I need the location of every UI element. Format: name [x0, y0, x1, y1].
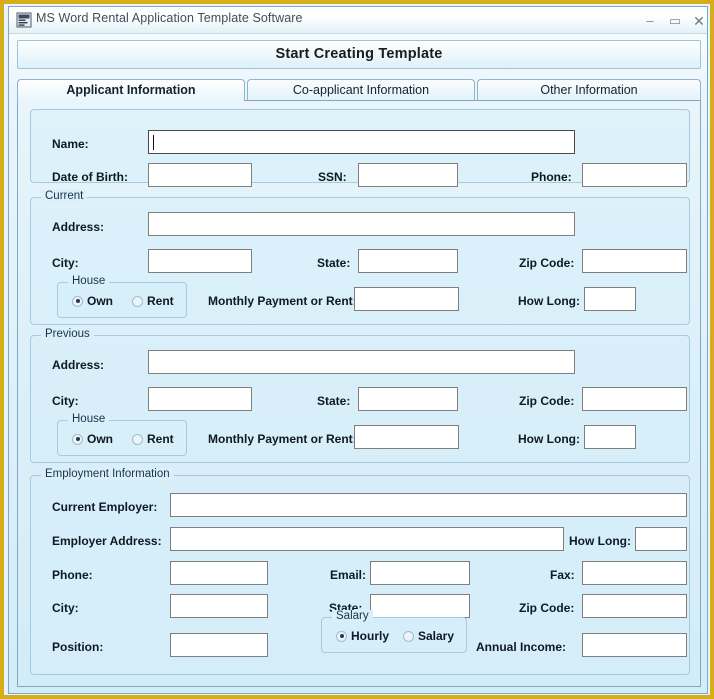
previous-city-input[interactable]	[148, 387, 252, 411]
salary-hourly-radio[interactable]: Hourly	[336, 628, 389, 644]
ssn-input[interactable]	[358, 163, 458, 187]
employment-fax-label: Fax:	[550, 568, 575, 582]
text-caret	[153, 135, 154, 150]
employment-phone-input[interactable]	[170, 561, 268, 585]
current-city-label: City:	[52, 256, 79, 270]
tab-applicant-information[interactable]: Applicant Information	[17, 79, 245, 101]
previous-how-long-label: How Long:	[518, 432, 580, 446]
name-input[interactable]	[148, 130, 575, 154]
employer-how-long-input[interactable]	[635, 527, 687, 551]
salary-salary-radio[interactable]: Salary	[403, 628, 454, 644]
employer-address-input[interactable]	[170, 527, 564, 551]
employment-fax-input[interactable]	[582, 561, 687, 585]
employment-phone-label: Phone:	[52, 568, 93, 582]
radio-selected-icon	[72, 295, 83, 307]
tab-strip: Applicant Information Co-applicant Infor…	[17, 79, 701, 101]
previous-house-group-title: House	[68, 413, 110, 425]
current-monthly-payment-input[interactable]	[354, 287, 459, 311]
applicant-information-panel: Name: Date of Birth: SSN: Phone: Current…	[17, 100, 701, 687]
current-house-rent-radio[interactable]: Rent	[132, 293, 174, 309]
current-address-input[interactable]	[148, 212, 575, 236]
current-city-input[interactable]	[148, 249, 252, 273]
annual-income-input[interactable]	[582, 633, 687, 657]
salary-group-title: Salary	[332, 610, 373, 622]
app-icon	[16, 12, 32, 28]
previous-house-group: House Own Rent	[57, 413, 187, 456]
personal-information-group: Name: Date of Birth: SSN: Phone:	[30, 109, 690, 187]
current-address-group: Current Address: City: State: Zip Code: …	[30, 190, 690, 325]
previous-zip-input[interactable]	[582, 387, 687, 411]
minimize-icon[interactable]: –	[641, 13, 659, 29]
employer-how-long-label: How Long:	[569, 534, 631, 548]
previous-zip-label: Zip Code:	[519, 394, 575, 408]
salary-hourly-label: Hourly	[351, 629, 390, 643]
employment-zip-input[interactable]	[582, 594, 687, 618]
current-zip-label: Zip Code:	[519, 256, 575, 270]
current-address-label: Address:	[52, 220, 105, 234]
previous-monthly-payment-input[interactable]	[354, 425, 459, 449]
maximize-icon[interactable]: ▭	[666, 13, 684, 29]
current-group-title: Current	[41, 190, 88, 202]
annual-income-label: Annual Income:	[476, 640, 567, 654]
phone-input[interactable]	[582, 163, 687, 187]
current-zip-input[interactable]	[582, 249, 687, 273]
tab-coapplicant-information[interactable]: Co-applicant Information	[247, 79, 475, 101]
ssn-label: SSN:	[318, 170, 347, 184]
date-of-birth-input[interactable]	[148, 163, 252, 187]
previous-address-input[interactable]	[148, 350, 575, 374]
current-monthly-payment-label: Monthly Payment or Rent:	[208, 294, 357, 308]
current-house-own-label: Own	[87, 294, 113, 308]
previous-state-label: State:	[317, 394, 351, 408]
current-house-rent-label: Rent	[147, 294, 174, 308]
close-icon[interactable]: ✕	[690, 13, 708, 29]
application-window: MS Word Rental Application Template Soft…	[0, 0, 714, 699]
current-state-label: State:	[317, 256, 351, 270]
current-house-own-radio[interactable]: Own	[72, 293, 113, 309]
current-house-group: House Own Rent	[57, 275, 187, 318]
employer-address-label: Employer Address:	[52, 534, 162, 548]
radio-selected-icon	[72, 433, 83, 445]
employment-zip-label: Zip Code:	[519, 601, 575, 615]
radio-selected-icon	[336, 630, 347, 642]
radio-unselected-icon	[403, 630, 414, 642]
current-how-long-input[interactable]	[584, 287, 636, 311]
name-label: Name:	[52, 137, 89, 151]
employment-city-label: City:	[52, 601, 79, 615]
window-title: MS Word Rental Application Template Soft…	[36, 11, 303, 25]
position-input[interactable]	[170, 633, 268, 657]
previous-address-group: Previous Address: City: State: Zip Code:…	[30, 328, 690, 463]
previous-how-long-input[interactable]	[584, 425, 636, 449]
salary-type-group: Salary Hourly Salary	[321, 610, 467, 653]
previous-group-title: Previous	[41, 328, 94, 340]
current-house-group-title: House	[68, 275, 110, 287]
employment-state-input[interactable]	[370, 594, 470, 618]
tab-other-information[interactable]: Other Information	[477, 79, 701, 101]
window-inner-frame: MS Word Rental Application Template Soft…	[8, 6, 708, 694]
employment-email-input[interactable]	[370, 561, 470, 585]
previous-city-label: City:	[52, 394, 79, 408]
date-of-birth-label: Date of Birth:	[52, 170, 128, 184]
phone-label: Phone:	[531, 170, 572, 184]
previous-house-own-label: Own	[87, 432, 113, 446]
salary-salary-label: Salary	[418, 629, 455, 643]
employment-information-group: Employment Information Current Employer:…	[30, 468, 690, 675]
radio-unselected-icon	[132, 295, 143, 307]
previous-monthly-payment-label: Monthly Payment or Rent:	[208, 432, 357, 446]
current-employer-label: Current Employer:	[52, 500, 158, 514]
current-employer-input[interactable]	[170, 493, 687, 517]
title-bar: MS Word Rental Application Template Soft…	[9, 7, 707, 34]
current-state-input[interactable]	[358, 249, 458, 273]
previous-address-label: Address:	[52, 358, 105, 372]
previous-state-input[interactable]	[358, 387, 458, 411]
previous-house-rent-radio[interactable]: Rent	[132, 431, 174, 447]
previous-house-own-radio[interactable]: Own	[72, 431, 113, 447]
radio-unselected-icon	[132, 433, 143, 445]
current-how-long-label: How Long:	[518, 294, 580, 308]
employment-email-label: Email:	[330, 568, 367, 582]
employment-city-input[interactable]	[170, 594, 268, 618]
previous-house-rent-label: Rent	[147, 432, 174, 446]
position-label: Position:	[52, 640, 104, 654]
start-creating-template-button[interactable]: Start Creating Template	[17, 40, 701, 69]
employment-group-title: Employment Information	[41, 468, 174, 480]
